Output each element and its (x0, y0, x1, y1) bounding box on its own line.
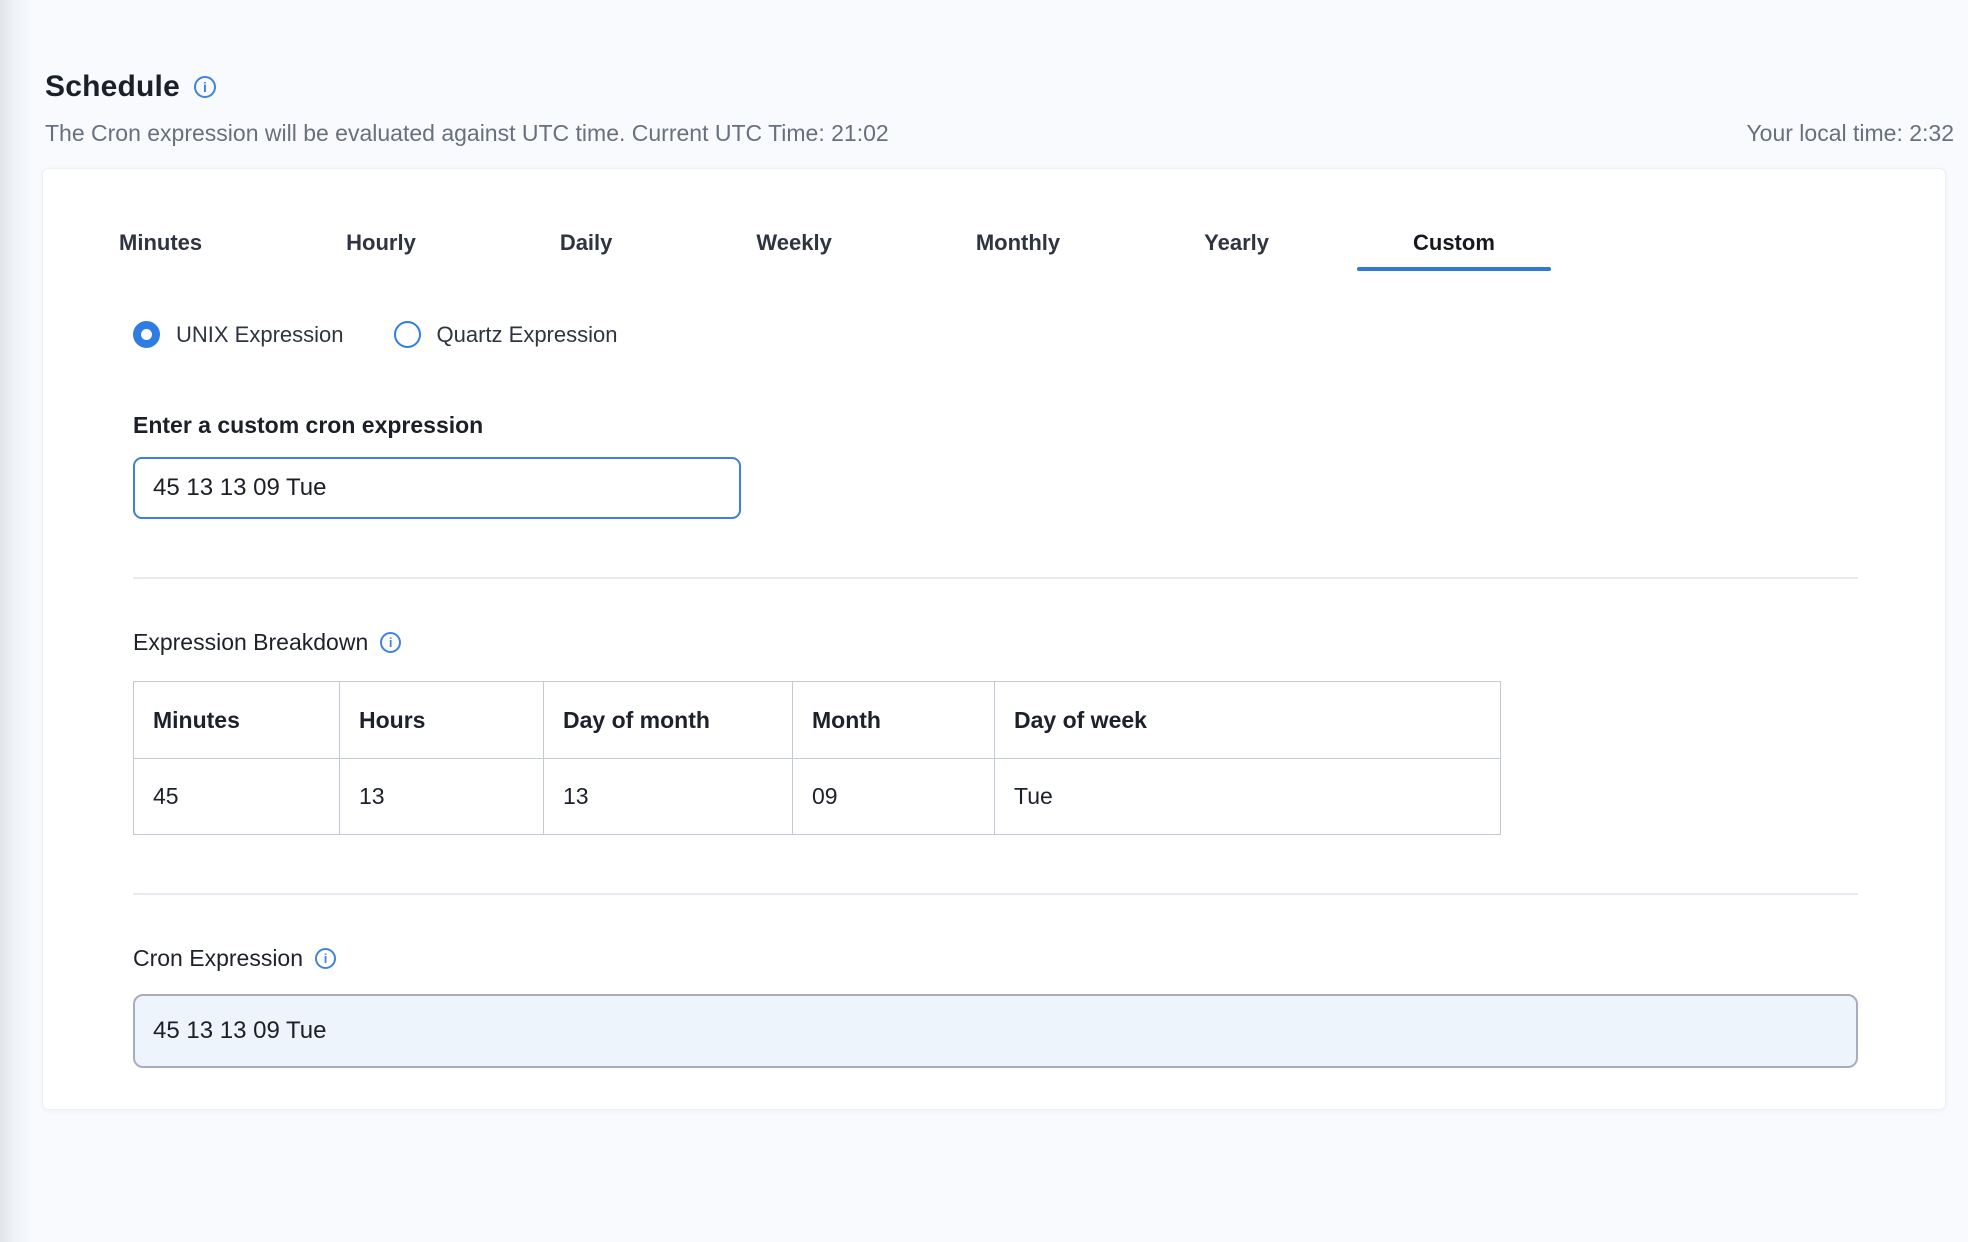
schedule-tabs: Minutes Hourly Daily Weekly Monthly Year… (63, 169, 1855, 271)
cell-month: 09 (793, 759, 995, 835)
tab-monthly[interactable]: Monthly (920, 215, 1116, 271)
tab-custom[interactable]: Custom (1357, 215, 1551, 271)
local-time-text: Your local time: 2:32 (1746, 120, 1954, 147)
breakdown-info-icon[interactable]: i (380, 632, 401, 653)
col-header-day-of-month: Day of month (544, 682, 793, 759)
cell-minutes: 45 (134, 759, 340, 835)
page-title: Schedule (45, 70, 180, 104)
radio-quartz-label[interactable]: Quartz Expression (437, 322, 618, 348)
page-header: Schedule i The Cron expression will be e… (0, 0, 1968, 147)
cron-expression-title: Cron Expression (133, 945, 303, 972)
tab-yearly[interactable]: Yearly (1148, 215, 1325, 271)
radio-unix-label[interactable]: UNIX Expression (176, 322, 344, 348)
cell-day-of-week: Tue (995, 759, 1501, 835)
schedule-info-icon[interactable]: i (194, 76, 216, 98)
table-header-row: Minutes Hours Day of month Month Day of … (134, 682, 1501, 759)
radio-unselected-icon[interactable] (394, 321, 421, 348)
radio-unix-expression[interactable]: UNIX Expression (133, 321, 344, 348)
col-header-minutes: Minutes (134, 682, 340, 759)
left-edge-shadow (0, 0, 34, 1242)
cell-day-of-month: 13 (544, 759, 793, 835)
tab-daily[interactable]: Daily (504, 215, 669, 271)
expression-breakdown-title: Expression Breakdown (133, 629, 368, 656)
cron-expression-info-icon[interactable]: i (315, 948, 336, 969)
custom-cron-input[interactable] (133, 457, 741, 519)
tab-minutes[interactable]: Minutes (63, 215, 258, 271)
table-value-row: 45 13 13 09 Tue (134, 759, 1501, 835)
utc-time-description: The Cron expression will be evaluated ag… (45, 120, 889, 147)
schedule-card: Minutes Hourly Daily Weekly Monthly Year… (42, 168, 1946, 1110)
custom-cron-label: Enter a custom cron expression (133, 412, 1855, 439)
divider (133, 893, 1858, 895)
expression-type-radio-group: UNIX Expression Quartz Expression (133, 321, 1855, 348)
cell-hours: 13 (340, 759, 544, 835)
radio-selected-icon[interactable] (133, 321, 160, 348)
divider (133, 577, 1858, 579)
col-header-month: Month (793, 682, 995, 759)
expression-breakdown-table: Minutes Hours Day of month Month Day of … (133, 681, 1501, 835)
radio-quartz-expression[interactable]: Quartz Expression (394, 321, 618, 348)
tab-weekly[interactable]: Weekly (700, 215, 887, 271)
col-header-hours: Hours (340, 682, 544, 759)
tab-hourly[interactable]: Hourly (290, 215, 472, 271)
col-header-day-of-week: Day of week (995, 682, 1501, 759)
cron-expression-readonly-field[interactable] (133, 994, 1858, 1068)
